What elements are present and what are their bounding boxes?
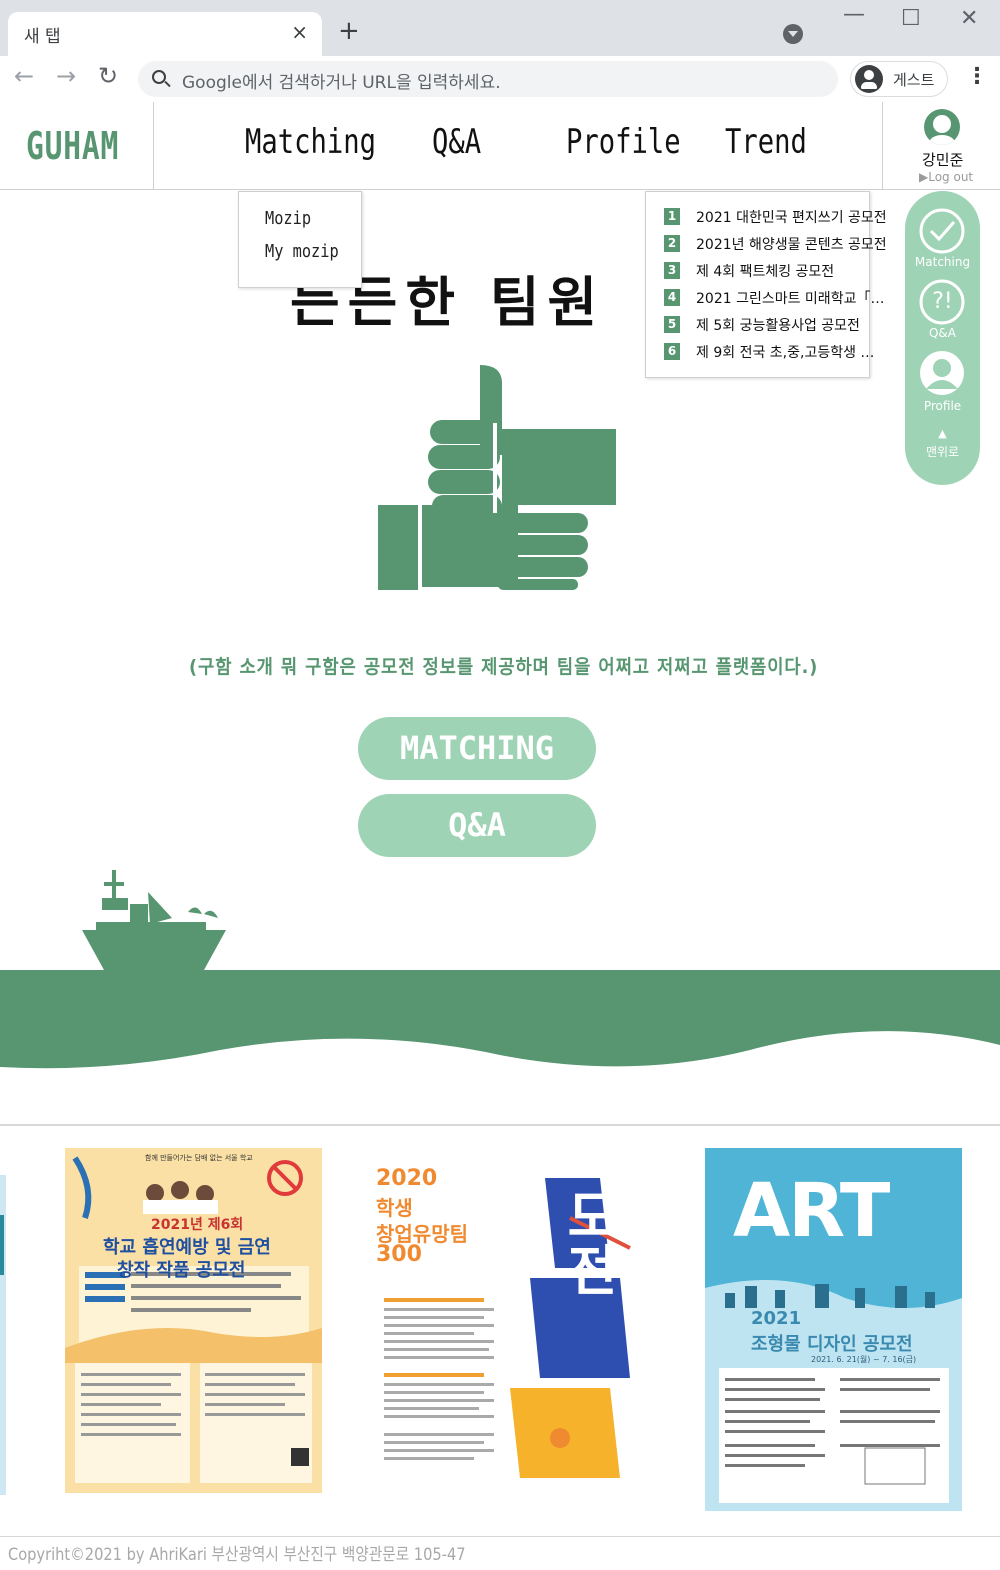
header-divider (153, 102, 154, 190)
poster-line: 학생 (376, 1196, 413, 1220)
close-window-button[interactable]: ✕ (960, 6, 978, 31)
handshake-illustration (378, 365, 616, 590)
poster-line: 조형물 디자인 공모전 (751, 1334, 913, 1355)
user-icon (920, 351, 964, 395)
trend-item[interactable]: 3 제 4회 팩트체킹 공모전 (664, 261, 864, 281)
poster-tagline: 함께 만들어가는 담배 없는 서울 학교 (145, 1154, 253, 1162)
question-exclaim-glyph: ?! (932, 289, 953, 314)
matching-dropdown: Mozip My mozip (238, 191, 362, 288)
browser-tab-bar: 새 탭 × + — ☐ ✕ (0, 0, 1000, 56)
poster-side-text: 도전 (556, 1188, 619, 1296)
trend-title: 제 4회 팩트체킹 공모전 (696, 264, 835, 280)
hero-title-mask (628, 250, 645, 330)
browser-toolbar: ← → ↻ Google에서 검색하거나 URL을 입력하세요. 게스트 ⋮ (0, 56, 1000, 102)
check-icon (919, 208, 965, 254)
profile-button[interactable]: 게스트 (850, 61, 948, 97)
poster-line: 2020 (376, 1166, 438, 1191)
quick-menu-label: Matching (914, 255, 971, 269)
maximize-button[interactable]: ☐ (901, 6, 921, 31)
chevron-up-icon: ▲ (938, 427, 947, 440)
dropdown-item-mozip[interactable]: Mozip (265, 208, 311, 229)
poster-line: 300 (376, 1242, 422, 1267)
tab-search-icon[interactable] (783, 24, 803, 44)
user-avatar-icon[interactable] (924, 109, 960, 145)
profile-label: 게스트 (893, 71, 935, 89)
poster-line: 2021. 6. 21(월) ~ 7. 16(금) (811, 1355, 917, 1364)
logout-link[interactable]: ▶Log out (919, 170, 973, 184)
site-header: GUHAM Matching Q&A Profile Trend 강민준 ▶Lo… (0, 102, 1000, 190)
trend-item[interactable]: 6 제 9회 전국 초,중,고등학생 … (664, 342, 874, 362)
trend-title: 2021 대한민국 편지쓰기 공모전 (696, 210, 887, 226)
user-name: 강민준 (922, 151, 964, 169)
header-divider (882, 102, 883, 190)
trend-title: 제 9회 전국 초,중,고등학생 … (696, 345, 875, 361)
minimize-button[interactable]: — (843, 2, 865, 27)
quick-menu: Matching ?! Q&A Profile ▲ 맨위로 (905, 191, 980, 485)
browser-tab[interactable]: 새 탭 × (8, 12, 322, 56)
poster-illustration (65, 1148, 322, 1493)
matching-cta-button[interactable]: MATCHING (358, 717, 596, 780)
footer-copyright: Copyriht©2021 by AhriKari 부산광역시 부산진구 백양관… (8, 1545, 466, 1565)
art-poster[interactable]: ART 2021 조형물 디자인 공모전 2021. 6. 21(월) ~ 7.… (705, 1148, 962, 1511)
poster-art-title: ART (733, 1168, 890, 1254)
more-menu-icon[interactable]: ⋮ (966, 64, 988, 89)
quick-menu-label: Profile (923, 399, 962, 413)
footer-divider (0, 1536, 1000, 1537)
trend-title: 2021 그린스마트 미래학교「… (696, 291, 885, 307)
address-bar-placeholder: Google에서 검색하거나 URL을 입력하세요. (182, 73, 501, 93)
trend-rank: 3 (664, 262, 680, 279)
trend-rank: 2 (664, 235, 680, 252)
nav-qa[interactable]: Q&A (432, 122, 481, 162)
trend-ranking-panel: 1 2021 대한민국 편지쓰기 공모전 2 2021년 해양생물 콘텐츠 공모… (645, 191, 887, 378)
hero-description: (구함 소개 뭐 구함은 공모전 정보를 제공하며 팀을 어쩌고 저쩌고 플랫폼… (189, 656, 819, 678)
trend-rank: 5 (664, 316, 680, 333)
site-logo[interactable]: GUHAM (26, 124, 119, 168)
new-tab-button[interactable]: + (338, 16, 360, 46)
trend-title: 제 5회 궁능활용사업 공모전 (696, 318, 860, 334)
poster-line: 2021년 제6회 (151, 1217, 244, 1233)
qa-cta-button[interactable]: Q&A (358, 794, 596, 857)
trend-rank: 4 (664, 289, 680, 306)
trend-item[interactable]: 1 2021 대한민국 편지쓰기 공모전 (664, 207, 887, 227)
poster-edge (0, 1175, 6, 1495)
back-to-top-label: 맨위로 (925, 445, 960, 459)
wave-banner (0, 970, 1000, 1069)
banner-divider (0, 1124, 1000, 1126)
guest-avatar-icon (855, 65, 883, 93)
dropdown-item-my-mozip[interactable]: My mozip (265, 241, 339, 262)
trend-rank: 1 (664, 208, 680, 225)
trend-title: 2021년 해양생물 콘텐츠 공모전 (696, 237, 887, 253)
nav-trend[interactable]: Trend (725, 122, 807, 162)
nav-matching[interactable]: Matching (245, 122, 376, 162)
trend-item[interactable]: 4 2021 그린스마트 미래학교「… (664, 288, 884, 308)
tab-close-icon[interactable]: × (291, 20, 308, 44)
startup-poster[interactable]: 2020 학생 창업유망팀 300 도전 (370, 1148, 660, 1510)
trend-item[interactable]: 5 제 5회 궁능활용사업 공모전 (664, 315, 864, 335)
address-bar[interactable]: Google에서 검색하거나 URL을 입력하세요. (138, 61, 838, 97)
reload-icon[interactable]: ↻ (98, 62, 118, 90)
trend-rank: 6 (664, 343, 680, 360)
trend-item[interactable]: 2 2021년 해양생물 콘텐츠 공모전 (664, 234, 887, 254)
back-arrow-icon[interactable]: ← (14, 62, 34, 90)
poster-line: 2021 (751, 1308, 802, 1329)
smoking-prevention-poster[interactable]: 함께 만들어가는 담배 없는 서울 학교 2021년 제6회 학교 흡연예방 및… (65, 1148, 322, 1493)
ship-illustration (82, 870, 226, 970)
tab-title: 새 탭 (24, 27, 61, 47)
nav-profile[interactable]: Profile (566, 122, 681, 162)
search-icon (152, 70, 166, 84)
forward-arrow-icon[interactable]: → (56, 62, 76, 90)
poster-line: 창작 작품 공모전 (117, 1260, 246, 1281)
quick-menu-label: Q&A (928, 326, 956, 340)
